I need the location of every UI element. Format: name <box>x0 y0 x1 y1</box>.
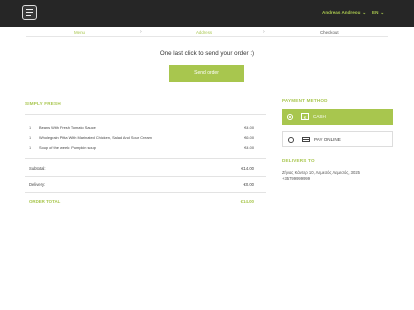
item-name: Wholegrain Pitta With Marinated Chicken,… <box>39 135 152 140</box>
divider <box>25 192 266 193</box>
chevron-down-icon: ⌄ <box>362 10 367 15</box>
subtotal-row: Subtotal: €14.00 <box>29 166 254 171</box>
order-item: 1 Wholegrain Pitta With Marinated Chicken… <box>29 135 254 140</box>
item-quantity: 1 <box>29 125 32 130</box>
radio-selected-icon[interactable] <box>287 114 293 120</box>
radio-unselected-icon[interactable] <box>288 137 294 143</box>
top-bar: Andreas Andreou ⌄ EN ⌄ <box>0 0 414 27</box>
item-name: Beans With Fresh Tomato Sauce <box>39 125 96 130</box>
user-menu[interactable]: Andreas Andreou ⌄ <box>322 10 366 16</box>
step-address[interactable]: Address <box>196 30 212 35</box>
divider <box>25 176 266 177</box>
item-price: €6.00 <box>244 135 254 140</box>
order-total-value: €14.00 <box>240 199 254 204</box>
chevron-right-icon: › <box>140 29 142 35</box>
language-label: EN <box>372 10 379 15</box>
payment-option-online[interactable]: PAY ONLINE <box>282 131 393 147</box>
item-price: €4.00 <box>244 125 254 130</box>
logo-icon[interactable] <box>22 5 37 20</box>
order-total-row: ORDER TOTAL €14.00 <box>29 199 254 204</box>
chevron-down-icon: ⌄ <box>380 10 385 15</box>
page-headline: One last click to send your order :) <box>159 50 255 57</box>
order-item: 1 Beans With Fresh Tomato Sauce €4.00 <box>29 125 254 130</box>
send-order-button[interactable]: Send order <box>169 65 244 82</box>
item-name: Soup of the week: Pumpkin soup <box>39 145 96 150</box>
user-name: Andreas Andreou <box>322 10 361 15</box>
item-quantity: 1 <box>29 135 32 140</box>
payment-option-cash[interactable]: € CASH <box>282 109 393 125</box>
divider <box>26 36 388 37</box>
credit-card-icon <box>302 137 310 142</box>
order-total-label: ORDER TOTAL <box>29 199 61 204</box>
euro-icon: € <box>301 113 309 120</box>
delivery-row: Delivery: €0.00 <box>29 182 254 187</box>
divider <box>25 114 266 115</box>
payment-option-label: CASH <box>313 114 326 119</box>
item-quantity: 1 <box>29 145 32 150</box>
step-checkout: Checkout <box>320 30 339 35</box>
chevron-right-icon: › <box>263 29 265 35</box>
restaurant-name: SIMPLY FRESH <box>25 101 61 106</box>
step-menu[interactable]: Menu <box>74 30 85 35</box>
phone-number: +35799999999 <box>282 176 311 181</box>
subtotal-value: €14.00 <box>241 166 254 171</box>
payment-method-title: PAYMENT METHOD <box>282 98 328 103</box>
delivery-label: Delivery: <box>29 182 46 187</box>
delivery-address: Ζήνας Κάντερ 10, Λεμεσός Λεμεσός, 3025 +… <box>282 170 360 182</box>
delivery-value: €0.00 <box>243 182 254 187</box>
delivers-to-title: DELIVERS TO <box>282 158 315 163</box>
payment-option-label: PAY ONLINE <box>314 137 341 142</box>
item-price: €4.00 <box>244 145 254 150</box>
order-item: 1 Soup of the week: Pumpkin soup €4.00 <box>29 145 254 150</box>
divider <box>25 158 266 159</box>
subtotal-label: Subtotal: <box>29 166 46 171</box>
language-menu[interactable]: EN ⌄ <box>372 10 384 16</box>
